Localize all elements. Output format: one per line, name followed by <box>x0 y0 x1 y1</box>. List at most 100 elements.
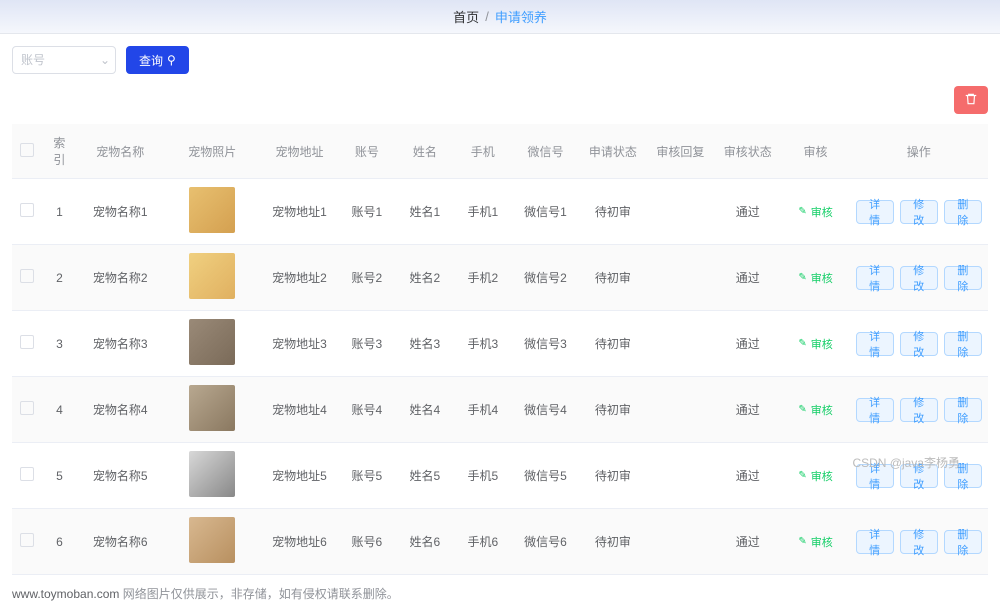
cell-username: 姓名1 <box>396 179 454 245</box>
breadcrumb-home[interactable]: 首页 <box>453 7 479 26</box>
edit-icon: ✎ <box>798 536 806 547</box>
audit-link[interactable]: ✎审核 <box>798 270 832 286</box>
audit-link-label: 审核 <box>811 534 833 550</box>
table-row: 5宠物名称5宠物地址5账号5姓名5手机5微信号5待初审通过✎审核详情修改删除 <box>12 443 988 509</box>
cell-index: 3 <box>42 311 77 377</box>
footer-domain: www.toymoban.com <box>12 587 119 601</box>
table-row: 4宠物名称4宠物地址4账号4姓名4手机4微信号4待初审通过✎审核详情修改删除 <box>12 377 988 443</box>
cell-pet-name: 宠物名称3 <box>77 311 163 377</box>
cell-audit-status: 通过 <box>714 245 781 311</box>
audit-link[interactable]: ✎ 审核 <box>798 534 832 550</box>
chevron-down-icon[interactable]: ⌄ <box>100 53 110 67</box>
cell-wechat: 微信号1 <box>512 179 579 245</box>
th-account: 账号 <box>338 124 396 179</box>
row-checkbox[interactable] <box>20 401 34 415</box>
th-audit-reply: 审核回复 <box>647 124 714 179</box>
cell-wechat: 微信号5 <box>512 443 579 509</box>
cell-audit-reply <box>647 509 714 575</box>
cell-index: 1 <box>42 179 77 245</box>
pet-thumbnail[interactable] <box>189 253 235 299</box>
edit-button[interactable]: 修改 <box>900 332 938 356</box>
cell-audit-reply <box>647 179 714 245</box>
audit-link[interactable]: ✎审核 <box>798 336 832 352</box>
cell-phone: 手机6 <box>454 509 512 575</box>
select-all-checkbox[interactable] <box>20 143 34 157</box>
edit-icon: ✎ <box>798 272 806 283</box>
th-username: 姓名 <box>396 124 454 179</box>
row-checkbox[interactable] <box>20 269 34 283</box>
detail-button[interactable]: 详情 <box>856 332 894 356</box>
cell-wechat: 微信号4 <box>512 377 579 443</box>
cell-username: 姓名6 <box>396 509 454 575</box>
pet-thumbnail[interactable] <box>189 385 235 431</box>
cell-username: 姓名3 <box>396 311 454 377</box>
delete-button[interactable]: 删除 <box>944 200 982 224</box>
detail-button[interactable]: 详情 <box>856 398 894 422</box>
cell-account: 账号2 <box>338 245 396 311</box>
search-button[interactable]: 查询 ⚲ <box>126 46 189 74</box>
footer-text: 网络图片仅供展示，非存储，如有侵权请联系删除。 <box>119 587 398 601</box>
cell-phone: 手机5 <box>454 443 512 509</box>
cell-phone: 手机2 <box>454 245 512 311</box>
row-checkbox[interactable] <box>20 203 34 217</box>
pet-thumbnail[interactable] <box>189 319 235 365</box>
cell-pet-addr: 宠物地址3 <box>261 311 338 377</box>
cell-wechat: 微信号3 <box>512 311 579 377</box>
cell-apply-status: 待初审 <box>579 443 646 509</box>
pet-thumbnail[interactable] <box>189 517 235 563</box>
edit-button[interactable]: 修改 <box>900 398 938 422</box>
pet-thumbnail[interactable] <box>189 451 235 497</box>
cell-audit-reply <box>647 245 714 311</box>
audit-link-label: 审核 <box>811 204 833 220</box>
table-row: 1宠物名称1宠物地址1账号1姓名1手机1微信号1待初审通过✎审核详情修改删除 <box>12 179 988 245</box>
edit-button[interactable]: 修改 <box>900 530 938 554</box>
cell-audit-reply <box>647 311 714 377</box>
cell-audit-status: 通过 <box>714 377 781 443</box>
footer-note: www.toymoban.com 网络图片仅供展示，非存储，如有侵权请联系删除。 <box>0 575 1000 612</box>
audit-link[interactable]: ✎审核 <box>798 468 832 484</box>
cell-phone: 手机4 <box>454 377 512 443</box>
search-button-label: 查询 <box>139 52 163 69</box>
delete-button[interactable]: 删除 <box>944 332 982 356</box>
row-checkbox[interactable] <box>20 467 34 481</box>
cell-apply-status: 待初审 <box>579 311 646 377</box>
cell-apply-status: 待初审 <box>579 509 646 575</box>
cell-wechat: 微信号2 <box>512 245 579 311</box>
row-checkbox[interactable] <box>20 533 34 547</box>
edit-icon: ✎ <box>798 338 806 349</box>
cell-pet-addr: 宠物地址1 <box>261 179 338 245</box>
cell-pet-name: 宠物名称5 <box>77 443 163 509</box>
audit-link[interactable]: ✎ 审核 <box>798 204 832 220</box>
cell-account: 账号6 <box>338 509 396 575</box>
row-checkbox[interactable] <box>20 335 34 349</box>
cell-pet-name: 宠物名称6 <box>77 509 163 575</box>
breadcrumb-sep: / <box>485 9 489 24</box>
cell-audit-reply <box>647 377 714 443</box>
th-apply-status: 申请状态 <box>579 124 646 179</box>
cell-phone: 手机3 <box>454 311 512 377</box>
action-bar <box>0 86 1000 124</box>
cell-username: 姓名2 <box>396 245 454 311</box>
cell-audit-status: 通过 <box>714 179 781 245</box>
table-row: 6宠物名称6宠物地址6账号6姓名6手机6微信号6待初审通过✎审核详情修改删除 <box>12 509 988 575</box>
cell-audit-reply <box>647 443 714 509</box>
th-pet-addr: 宠物地址 <box>261 124 338 179</box>
pet-thumbnail[interactable] <box>189 187 235 233</box>
toolbar: ⌄ 查询 ⚲ <box>0 34 1000 86</box>
cell-index: 6 <box>42 509 77 575</box>
edit-icon: ✎ <box>798 206 806 217</box>
detail-button[interactable]: 详情 <box>856 200 894 224</box>
audit-link[interactable]: ✎审核 <box>798 402 832 418</box>
edit-button[interactable]: 修改 <box>900 266 938 290</box>
detail-button[interactable]: 详情 <box>856 530 894 554</box>
delete-button[interactable]: 删除 <box>944 266 982 290</box>
detail-button[interactable]: 详情 <box>856 266 894 290</box>
delete-batch-button[interactable] <box>954 86 988 114</box>
delete-button[interactable]: 删除 <box>944 530 982 554</box>
cell-account: 账号5 <box>338 443 396 509</box>
cell-account: 账号4 <box>338 377 396 443</box>
edit-button[interactable]: 修改 <box>900 200 938 224</box>
th-audit-status: 审核状态 <box>714 124 781 179</box>
delete-button[interactable]: 删除 <box>944 398 982 422</box>
cell-apply-status: 待初审 <box>579 377 646 443</box>
